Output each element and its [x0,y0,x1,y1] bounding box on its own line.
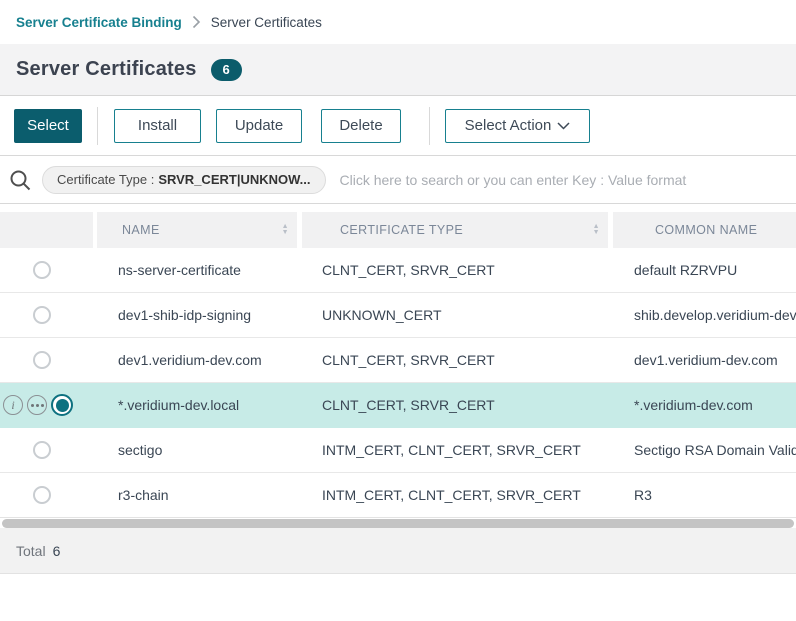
count-badge: 6 [211,59,242,81]
search-bar: Certificate Type : SRVR_CERT|UNKNOW... C… [0,156,796,204]
cert-common-name: shib.develop.veridium-dev.com [613,307,796,323]
cert-common-name: dev1.veridium-dev.com [613,352,796,368]
toolbar: Select Install Update Delete Select Acti… [0,96,796,156]
cert-common-name: R3 [613,487,796,503]
server-certificates-page: Server Certificate Binding Server Certif… [0,0,796,621]
row-radio-button[interactable] [33,486,51,504]
toolbar-divider [97,107,98,145]
cert-name: *.veridium-dev.local [97,397,302,413]
select-action-dropdown[interactable]: Select Action [445,109,590,143]
horizontal-scrollbar-thumb[interactable] [2,519,794,528]
breadcrumb-link-server-certificate-binding[interactable]: Server Certificate Binding [16,15,182,30]
table-row[interactable]: dev1.veridium-dev.com CLNT_CERT, SRVR_CE… [0,338,796,383]
chevron-down-icon [557,122,570,130]
page-title: Server Certificates [16,58,197,81]
row-radio-button[interactable] [33,441,51,459]
table-header-row: NAME ▲▼ CERTIFICATE TYPE ▲▼ COMMON NAME [0,212,796,248]
cert-type: INTM_CERT, CLNT_CERT, SRVR_CERT [302,442,613,458]
breadcrumb: Server Certificate Binding Server Certif… [0,0,796,44]
install-button[interactable]: Install [114,109,201,143]
cert-common-name: Sectigo RSA Domain Validation Secure Ser… [613,442,796,458]
row-radio-button[interactable] [33,261,51,279]
table-row-selected[interactable]: i *.veridium-dev.local CLNT_CERT, SRVR_C… [0,383,796,428]
table-row[interactable]: r3-chain INTM_CERT, CLNT_CERT, SRVR_CERT… [0,473,796,518]
sort-icon[interactable]: ▲▼ [282,224,289,236]
certificates-table: NAME ▲▼ CERTIFICATE TYPE ▲▼ COMMON NAME … [0,204,796,518]
select-button[interactable]: Select [14,109,82,143]
cert-type: CLNT_CERT, SRVR_CERT [302,352,613,368]
ellipsis-menu-icon[interactable] [27,395,47,415]
table-row[interactable]: sectigo INTM_CERT, CLNT_CERT, SRVR_CERT … [0,428,796,473]
filter-chip-value: SRVR_CERT|UNKNOW... [158,172,310,187]
table-row[interactable]: ns-server-certificate CLNT_CERT, SRVR_CE… [0,248,796,293]
cert-type: INTM_CERT, CLNT_CERT, SRVR_CERT [302,487,613,503]
certificate-type-filter-chip[interactable]: Certificate Type : SRVR_CERT|UNKNOW... [42,166,326,194]
row-radio-button-selected[interactable] [51,394,73,416]
toolbar-divider [429,107,430,145]
column-header-common-name[interactable]: COMMON NAME [613,212,796,248]
cert-type: UNKNOWN_CERT [302,307,613,323]
table-footer: Total 6 [0,528,796,574]
select-action-label: Select Action [465,117,552,134]
total-label: Total [16,543,46,559]
search-icon [8,167,34,193]
cert-type: CLNT_CERT, SRVR_CERT [302,262,613,278]
breadcrumb-current: Server Certificates [211,15,322,30]
title-band: Server Certificates 6 [0,44,796,96]
column-header-certificate-type[interactable]: CERTIFICATE TYPE ▲▼ [302,212,608,248]
info-icon[interactable]: i [3,395,23,415]
cert-name: ns-server-certificate [97,262,302,278]
cert-name: dev1.veridium-dev.com [97,352,302,368]
row-radio-button[interactable] [33,351,51,369]
total-value: 6 [53,543,61,559]
column-header-name[interactable]: NAME ▲▼ [97,212,297,248]
table-row[interactable]: dev1-shib-idp-signing UNKNOWN_CERT shib.… [0,293,796,338]
horizontal-scrollbar [0,518,796,528]
delete-button[interactable]: Delete [321,109,401,143]
sort-icon[interactable]: ▲▼ [593,224,600,236]
search-input[interactable]: Click here to search or you can enter Ke… [340,172,687,188]
breadcrumb-chevron-icon [192,15,201,29]
row-radio-button[interactable] [33,306,51,324]
cert-name: dev1-shib-idp-signing [97,307,302,323]
filter-chip-key: Certificate Type : [57,172,154,187]
cert-type: CLNT_CERT, SRVR_CERT [302,397,613,413]
cert-common-name: default RZRVPU [613,262,796,278]
cert-name: r3-chain [97,487,302,503]
cert-common-name: *.veridium-dev.com [613,397,796,413]
update-button[interactable]: Update [216,109,302,143]
cert-name: sectigo [97,442,302,458]
header-radio-column [0,212,93,248]
